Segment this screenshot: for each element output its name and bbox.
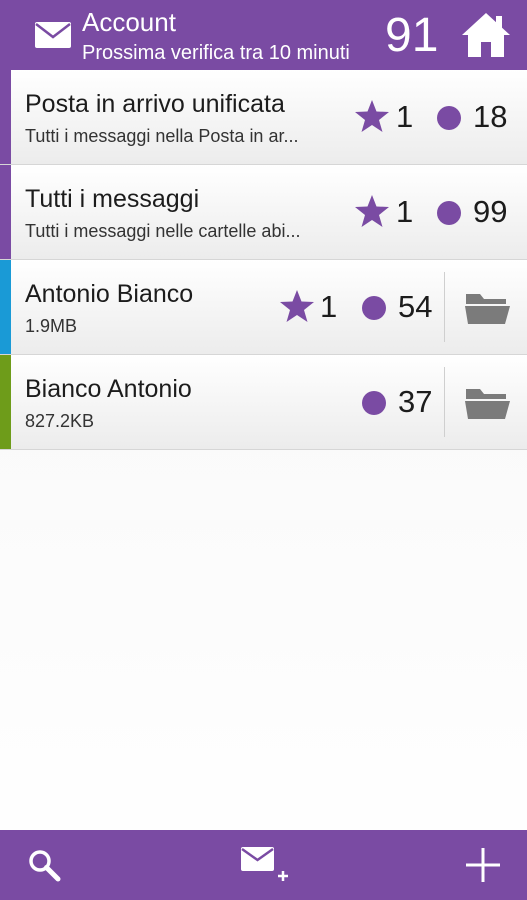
account-size: 1.9MB — [25, 316, 78, 336]
home-icon[interactable] — [460, 10, 512, 60]
row-divider — [444, 272, 445, 342]
star-icon — [355, 100, 389, 132]
unread-dot-icon — [437, 201, 461, 225]
account-name: Posta in arrivo unificata — [25, 90, 285, 118]
account-name: Bianco Antonio — [25, 375, 192, 403]
starred-count: 1 — [320, 289, 338, 324]
star-icon — [280, 290, 314, 322]
folder-icon[interactable] — [463, 290, 511, 326]
account-color-stripe — [0, 260, 11, 354]
header-subtitle: Prossima verifica tra 10 minuti — [82, 42, 350, 64]
header-title: Account — [82, 7, 176, 37]
add-account-button[interactable] — [437, 830, 527, 900]
account-color-stripe — [0, 165, 11, 259]
header-unread-count: 91 — [385, 9, 439, 62]
account-color-stripe — [0, 70, 11, 164]
unread-count: 99 — [473, 194, 508, 229]
unread-dot-icon — [437, 106, 461, 130]
account-row-unified-inbox[interactable]: Posta in arrivo unificata Tutti i messag… — [0, 70, 527, 165]
account-size: 827.2KB — [25, 411, 95, 431]
bottom-action-bar — [0, 830, 527, 900]
folder-icon[interactable] — [463, 385, 511, 421]
account-list: Posta in arrivo unificata Tutti i messag… — [0, 70, 527, 450]
mail-icon[interactable] — [35, 22, 71, 48]
star-icon — [355, 195, 389, 227]
account-row-bianco-antonio[interactable]: Bianco Antonio 827.2KB 37 — [0, 355, 527, 450]
account-name: Tutti i messaggi — [25, 185, 200, 213]
starred-count: 1 — [396, 99, 414, 134]
compose-button[interactable] — [218, 830, 308, 900]
unread-dot-icon — [362, 391, 386, 415]
add-icon — [466, 848, 500, 882]
compose-mail-icon — [241, 847, 288, 881]
unread-count: 54 — [398, 289, 433, 324]
account-name: Antonio Bianco — [25, 280, 194, 308]
account-color-stripe — [0, 355, 11, 449]
unread-count: 37 — [398, 384, 433, 419]
row-divider — [444, 367, 445, 437]
unread-count: 18 — [473, 99, 508, 134]
account-row-all-messages[interactable]: Tutti i messaggi Tutti i messaggi nelle … — [0, 165, 527, 260]
account-row-antonio-bianco[interactable]: Antonio Bianco 1.9MB 1 54 — [0, 260, 527, 355]
unread-dot-icon — [362, 296, 386, 320]
search-icon — [29, 850, 61, 882]
top-action-bar: Account Prossima verifica tra 10 minuti … — [0, 0, 527, 70]
account-description: Tutti i messaggi nella Posta in ar... — [25, 126, 299, 146]
account-description: Tutti i messaggi nelle cartelle abi... — [25, 221, 301, 241]
search-button[interactable] — [0, 830, 90, 900]
starred-count: 1 — [396, 194, 414, 229]
